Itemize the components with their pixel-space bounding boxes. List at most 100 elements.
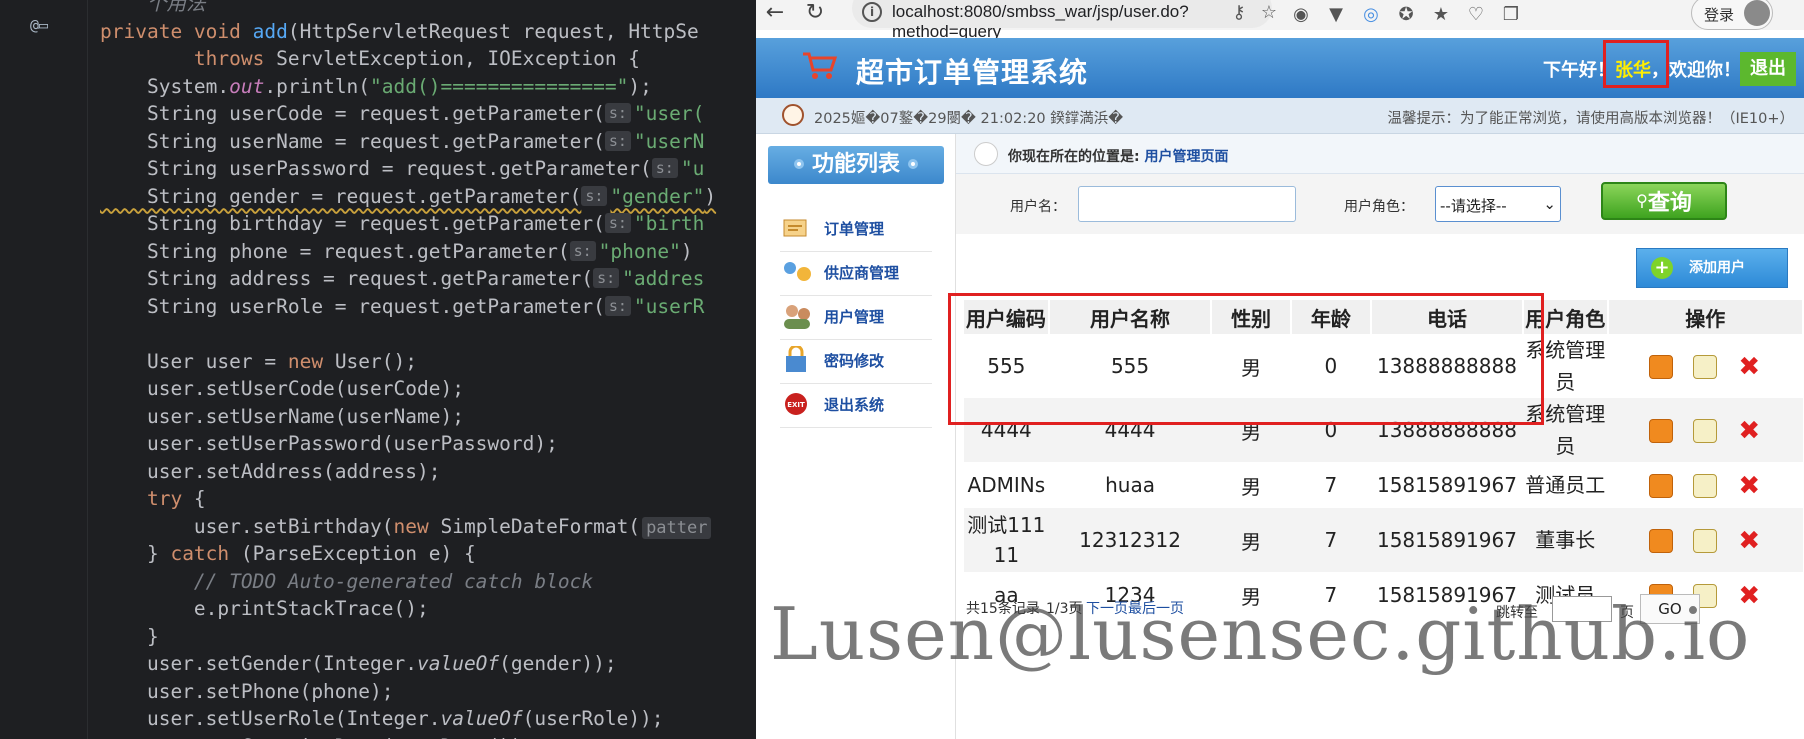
sidebar-item-exit[interactable]: EXIT 退出系统 — [780, 378, 932, 428]
collections-icon[interactable]: ❐ — [1498, 2, 1524, 28]
sidebar-item-orders[interactable]: 订单管理 — [780, 202, 932, 252]
code-line[interactable]: try { — [100, 485, 716, 513]
code-line[interactable]: user.setGender(Integer.valueOf(gender)); — [100, 650, 716, 678]
sidebar-item-password[interactable]: 密码修改 — [780, 334, 932, 384]
go-button[interactable]: GO — [1640, 594, 1700, 624]
code-line[interactable]: user.setPhone(phone); — [100, 678, 716, 706]
reload-icon[interactable]: ↻ — [800, 0, 830, 30]
code-line[interactable]: user.setBirthday(new SimpleDateFormat(pa… — [100, 513, 716, 541]
edit-icon[interactable] — [1693, 418, 1718, 443]
username-input[interactable] — [1078, 186, 1296, 222]
code-line[interactable]: e.printStackTrace(); — [100, 595, 716, 623]
table-cell: 13888888888 — [1371, 398, 1523, 462]
code-line[interactable]: String gender = request.getParameter(s: "… — [100, 183, 716, 211]
home-icon — [974, 142, 998, 166]
code-line[interactable]: String userRole = request.getParameter(s… — [100, 293, 716, 321]
code-line[interactable]: } catch (ParseException e) { — [100, 540, 716, 568]
favorites-icon[interactable]: ★ — [1428, 2, 1454, 28]
code-text[interactable]: 个用法 private void add(HttpServletRequest r… — [100, 0, 716, 739]
code-line[interactable]: user.setUserPassword(userPassword); — [100, 430, 716, 458]
view-icon[interactable] — [1649, 473, 1674, 498]
extension-owl-icon[interactable]: ◉ — [1288, 2, 1314, 28]
code-editor[interactable]: @▭ 个用法 private void add(HttpServletReques… — [0, 0, 756, 739]
code-line[interactable]: // TODO Auto-generated catch block — [100, 568, 716, 596]
editor-gutter: @▭ — [0, 0, 88, 739]
order-icon — [783, 219, 807, 237]
delete-icon[interactable]: ✖ — [1737, 418, 1761, 444]
address-url[interactable]: localhost:8080/smbss_war/jsp/user.do?met… — [892, 2, 1272, 42]
table-cell: 7 — [1290, 462, 1371, 508]
add-user-button[interactable]: + 添加用户 — [1636, 248, 1788, 288]
code-token: "userR — [633, 294, 705, 318]
code-line[interactable]: String userPassword = request.getParamet… — [100, 155, 716, 183]
page-number-input[interactable] — [1552, 596, 1612, 622]
edit-icon[interactable] — [1693, 354, 1718, 379]
code-line[interactable]: String address = request.getParameter(s:… — [100, 265, 716, 293]
code-token: (ParseException e) { — [240, 542, 476, 565]
sidebar-item-label: 退出系统 — [824, 396, 885, 414]
logout-button[interactable]: 退出 — [1740, 52, 1796, 86]
code-line[interactable]: } — [100, 623, 716, 651]
password-icon — [786, 346, 806, 372]
code-token: e.printStackTrace(); — [100, 597, 429, 620]
view-icon[interactable] — [1649, 528, 1674, 553]
code-line[interactable]: String phone = request.getParameter(s: "p… — [100, 238, 716, 266]
code-token: "phone" — [598, 239, 681, 263]
view-icon[interactable] — [1649, 354, 1674, 379]
code-token: new — [287, 349, 335, 373]
code-token: user.setGender(Integer. — [100, 652, 417, 675]
code-token: throws — [193, 47, 277, 70]
sidebar-item-providers[interactable]: 供应商管理 — [780, 246, 932, 296]
code-token: ServletException, IOException { — [276, 47, 641, 70]
extension-v-icon[interactable]: ▼ — [1323, 2, 1349, 28]
extension-circle-icon[interactable]: ◎ — [1358, 2, 1384, 28]
bookmark-star-icon[interactable]: ☆ — [1256, 0, 1282, 26]
edit-icon[interactable] — [1693, 473, 1718, 498]
browser-toolbar: ← ↻ i localhost:8080/smbss_war/jsp/user.… — [756, 0, 1804, 41]
view-icon[interactable] — [1649, 418, 1674, 443]
delete-icon[interactable]: ✖ — [1737, 528, 1761, 554]
edit-icon[interactable] — [1693, 528, 1718, 553]
role-select[interactable]: --请选择-- ⌄ — [1435, 186, 1561, 222]
delete-icon[interactable]: ✖ — [1737, 473, 1761, 499]
code-line[interactable]: String birthday = request.getParameter(s… — [100, 210, 716, 238]
code-line[interactable]: throws ServletException, IOException { — [100, 45, 716, 73]
code-line[interactable]: String userName = request.getParameter(s… — [100, 128, 716, 156]
code-token: valueOf — [440, 707, 523, 730]
password-key-icon[interactable]: ⚷ — [1226, 0, 1252, 26]
location-page-link[interactable]: 用户管理页面 — [1144, 149, 1228, 165]
page-header: 超市订单管理系统 下午好！张华，欢迎你！ 退出 — [756, 38, 1804, 98]
sidebar-item-users[interactable]: 用户管理 — [780, 290, 932, 340]
back-icon[interactable]: ← — [760, 0, 790, 30]
code-line[interactable] — [100, 320, 716, 348]
code-token: valueOf — [416, 652, 500, 675]
table-cell: 555 — [964, 334, 1049, 398]
code-line[interactable]: user.setUserName(userName); — [100, 403, 716, 431]
address-bar[interactable]: i localhost:8080/smbss_war/jsp/user.do?m… — [852, 0, 1277, 41]
column-header: 操作 — [1607, 300, 1804, 334]
code-token: { — [193, 487, 206, 510]
code-line[interactable]: user.setUserCode(userCode); — [100, 375, 716, 403]
code-line[interactable]: System.out.println("add()===============… — [100, 73, 716, 101]
extensions-puzzle-icon[interactable]: ✪ — [1393, 2, 1419, 28]
code-line[interactable]: 个用法 — [100, 0, 716, 18]
code-token: 个用法 — [100, 0, 206, 15]
delete-icon[interactable]: ✖ — [1737, 354, 1761, 380]
last-page-link[interactable]: 最后一页 — [1128, 598, 1184, 618]
code-line[interactable]: user.setCreationDate(new Date()); — [100, 733, 716, 739]
health-heart-icon[interactable]: ♡ — [1463, 2, 1489, 28]
query-button[interactable]: ⚲查询 — [1601, 182, 1727, 220]
code-line[interactable]: private void add(HttpServletRequest requ… — [100, 18, 716, 46]
code-line[interactable]: user.setAddress(address); — [100, 458, 716, 486]
code-token: catch — [170, 542, 241, 565]
site-info-icon[interactable]: i — [862, 2, 882, 22]
clock-icon — [782, 104, 804, 126]
code-line[interactable]: user.setUserRole(Integer.valueOf(userRol… — [100, 705, 716, 733]
next-page-link[interactable]: 下一页 — [1086, 598, 1128, 618]
code-line[interactable]: String userCode = request.getParameter(s… — [100, 100, 716, 128]
code-token: ); — [628, 74, 652, 98]
parameter-hint: s: — [593, 268, 620, 288]
code-line[interactable]: User user = new User(); — [100, 348, 716, 376]
profile-login-button[interactable]: 登录 — [1691, 0, 1773, 30]
